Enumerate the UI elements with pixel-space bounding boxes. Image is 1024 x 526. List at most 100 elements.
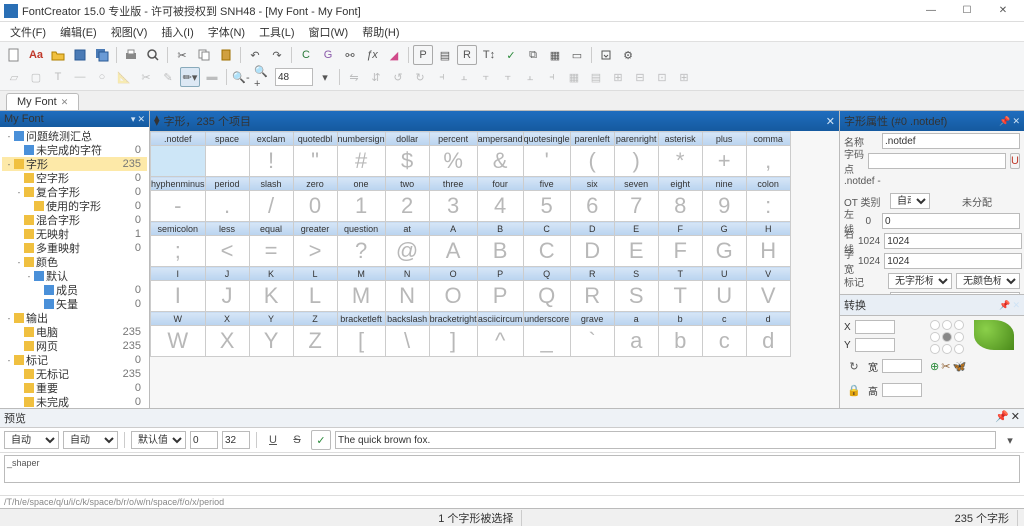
glyph-cell[interactable]: O bbox=[429, 281, 477, 312]
glyph-cell[interactable]: : bbox=[746, 191, 790, 222]
tab-close-icon[interactable]: ✕ bbox=[61, 97, 69, 108]
glyph-cell[interactable]: , bbox=[746, 146, 790, 177]
glyph-cell[interactable]: X bbox=[205, 326, 249, 357]
transform-pin-icon[interactable]: 📌 bbox=[999, 300, 1010, 311]
save-button[interactable] bbox=[70, 45, 90, 65]
tree-row[interactable]: 网页235 bbox=[2, 339, 147, 353]
check2-button[interactable]: ✓ bbox=[311, 430, 331, 450]
glyph-cell[interactable] bbox=[151, 146, 206, 177]
tree-row[interactable]: -复合字形0 bbox=[2, 185, 147, 199]
tree-row[interactable]: 无标记235 bbox=[2, 367, 147, 381]
glyph-cell[interactable]: U bbox=[702, 281, 746, 312]
tree-row[interactable]: 矢量0 bbox=[2, 297, 147, 311]
text-tool[interactable]: T bbox=[48, 67, 68, 87]
glyph-cell[interactable]: = bbox=[249, 236, 293, 267]
squish-button[interactable]: ⧉ bbox=[523, 45, 543, 65]
flip-v-button[interactable]: ⇵ bbox=[366, 67, 386, 87]
fx-button[interactable]: ƒx bbox=[362, 45, 382, 65]
glyph-cell[interactable]: H bbox=[746, 236, 790, 267]
dist-v-button[interactable]: ▤ bbox=[586, 67, 606, 87]
save-all-button[interactable] bbox=[92, 45, 112, 65]
glyph-cell[interactable]: 7 bbox=[614, 191, 658, 222]
gridmode-button[interactable]: C bbox=[296, 45, 316, 65]
prop-mark2-select[interactable]: 无颜色标记 bbox=[956, 273, 1020, 289]
prop-codepoint-input[interactable] bbox=[868, 153, 1006, 169]
preview-mode2-select[interactable]: 自动 bbox=[63, 431, 118, 449]
glyph-cell[interactable]: _ bbox=[523, 326, 570, 357]
tree-row[interactable]: 电脑235 bbox=[2, 325, 147, 339]
zoom-dropdown[interactable]: ▾ bbox=[315, 67, 335, 87]
glyph-cell[interactable]: Z bbox=[293, 326, 337, 357]
table-button[interactable]: ▦ bbox=[545, 45, 565, 65]
glyph-cell[interactable]: ? bbox=[337, 236, 385, 267]
glyph-cell[interactable]: @ bbox=[385, 236, 429, 267]
reset-button[interactable]: ↻ bbox=[844, 356, 864, 376]
glyph-cell[interactable]: d bbox=[746, 326, 790, 357]
dist-h-button[interactable]: ▦ bbox=[564, 67, 584, 87]
print-button[interactable] bbox=[121, 45, 141, 65]
glyph-cell[interactable]: & bbox=[477, 146, 523, 177]
glyph-cell[interactable]: 6 bbox=[570, 191, 614, 222]
ellipse-tool[interactable]: ○ bbox=[92, 67, 112, 87]
transform-x-input[interactable] bbox=[855, 320, 895, 334]
transform-y-input[interactable] bbox=[855, 338, 895, 352]
glyph-cell[interactable]: c bbox=[702, 326, 746, 357]
export-button[interactable] bbox=[596, 45, 616, 65]
glyph-cell[interactable]: " bbox=[293, 146, 337, 177]
glyph-button[interactable]: G bbox=[318, 45, 338, 65]
glyph-cell[interactable]: R bbox=[570, 281, 614, 312]
menu-item[interactable]: 工具(L) bbox=[253, 23, 300, 41]
t-button[interactable]: T↕ bbox=[479, 45, 499, 65]
glyph-cell[interactable]: A bbox=[429, 236, 477, 267]
grid1-button[interactable]: ⊞ bbox=[608, 67, 628, 87]
grid4-button[interactable]: ⊞ bbox=[674, 67, 694, 87]
flip-h-button[interactable]: ⇋ bbox=[344, 67, 364, 87]
glyph-cell[interactable]: ' bbox=[523, 146, 570, 177]
color-tool[interactable]: ▬ bbox=[202, 67, 222, 87]
measure-tool[interactable]: 📐 bbox=[114, 67, 134, 87]
glyph-cell[interactable]: % bbox=[429, 146, 477, 177]
tree-row[interactable]: -问题统测汇总 bbox=[2, 129, 147, 143]
align-l-button[interactable]: ⫞ bbox=[432, 67, 452, 87]
rotate-l-button[interactable]: ↺ bbox=[388, 67, 408, 87]
glyph-cell[interactable]: * bbox=[658, 146, 702, 177]
strike-button[interactable]: S bbox=[287, 430, 307, 450]
tree-row[interactable]: 混合字形0 bbox=[2, 213, 147, 227]
glyph-cell[interactable]: $ bbox=[385, 146, 429, 177]
grid3-button[interactable]: ⊡ bbox=[652, 67, 672, 87]
glyph-cell[interactable]: D bbox=[570, 236, 614, 267]
glyph-cell[interactable] bbox=[205, 146, 249, 177]
prop-name-input[interactable] bbox=[882, 133, 1020, 149]
glyph-cell[interactable]: . bbox=[205, 191, 249, 222]
tree-row[interactable]: 重要0 bbox=[2, 381, 147, 395]
preview-n2-input[interactable] bbox=[222, 431, 250, 449]
menu-item[interactable]: 窗口(W) bbox=[303, 23, 355, 41]
minimize-button[interactable]: — bbox=[914, 1, 948, 21]
tree-row[interactable]: 成员0 bbox=[2, 283, 147, 297]
align-b-button[interactable]: ⫞ bbox=[542, 67, 562, 87]
tree-row[interactable]: -标记0 bbox=[2, 353, 147, 367]
glyph-cell[interactable]: + bbox=[702, 146, 746, 177]
glyph-cell[interactable]: Q bbox=[523, 281, 570, 312]
document-tab[interactable]: My Font ✕ bbox=[6, 93, 79, 110]
tree-row[interactable]: -字形235 bbox=[2, 157, 147, 171]
menu-item[interactable]: 帮助(H) bbox=[356, 23, 405, 41]
copy-button[interactable] bbox=[194, 45, 214, 65]
glyph-cell[interactable]: 9 bbox=[702, 191, 746, 222]
props-close-icon[interactable]: ✕ bbox=[1012, 116, 1020, 127]
glyph-cell[interactable]: V bbox=[746, 281, 790, 312]
transform-h-input[interactable] bbox=[882, 383, 922, 397]
menu-item[interactable]: 字体(N) bbox=[202, 23, 251, 41]
preview-mode1-select[interactable]: 自动 bbox=[4, 431, 59, 449]
glyph-cell[interactable]: I bbox=[151, 281, 206, 312]
maximize-button[interactable]: ☐ bbox=[950, 1, 984, 21]
gear-button[interactable]: ⚙ bbox=[618, 45, 638, 65]
glyph-cell[interactable]: F bbox=[658, 236, 702, 267]
pen-tool[interactable]: ✎ bbox=[158, 67, 178, 87]
new-button[interactable] bbox=[4, 45, 24, 65]
preview-sample-input[interactable] bbox=[335, 431, 996, 449]
glyph-cell[interactable]: T bbox=[658, 281, 702, 312]
glyph-cell[interactable]: E bbox=[614, 236, 658, 267]
erase-button[interactable]: ◢ bbox=[384, 45, 404, 65]
glyph-cell[interactable]: - bbox=[151, 191, 206, 222]
